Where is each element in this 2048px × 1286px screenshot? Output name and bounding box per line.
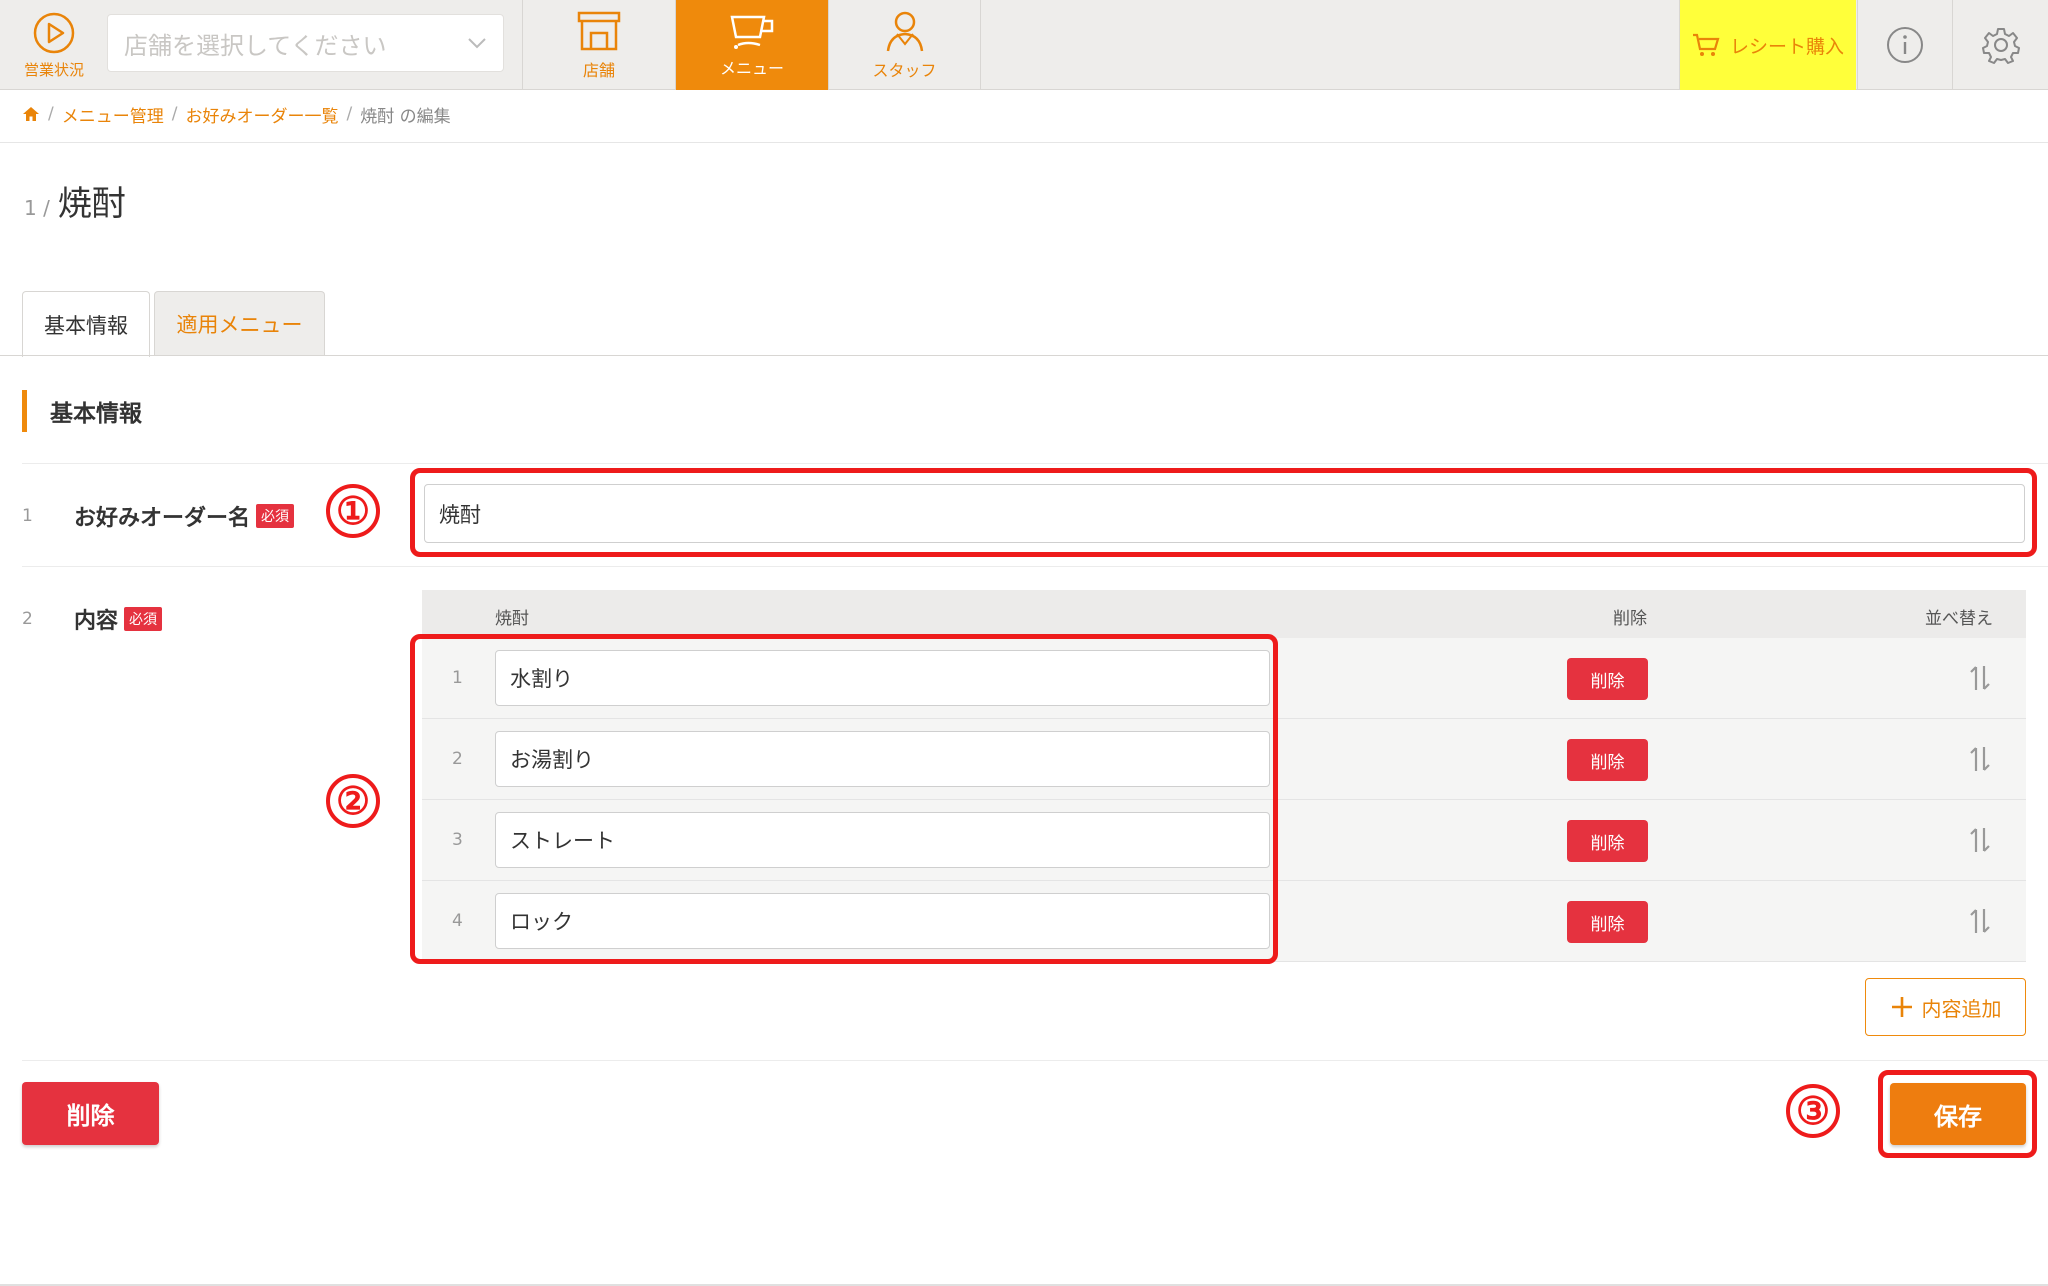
- field-label-text: 内容: [74, 609, 119, 634]
- header-name: 焼酎: [495, 609, 529, 629]
- sort-handle-icon[interactable]: [1969, 826, 1991, 854]
- nav-tab-menu[interactable]: メニュー: [675, 0, 828, 90]
- annotation-highlight-name: [410, 468, 2037, 557]
- store-select-placeholder: 店舗を選択してください: [124, 31, 387, 60]
- page-title-text: 焼酎: [57, 184, 126, 224]
- content-table-header: 焼酎 削除 並べ替え: [422, 590, 2026, 638]
- breadcrumb-separator: /: [171, 104, 178, 124]
- section-heading: 基本情報: [22, 390, 142, 432]
- receipt-label: レシート購入: [1729, 35, 1844, 58]
- gear-icon: [1981, 28, 2020, 64]
- play-circle-icon: [33, 12, 75, 53]
- nav-tab-label: スタッフ: [872, 61, 937, 80]
- nav-tab-label: 店舗: [582, 61, 615, 80]
- nav-tab-store[interactable]: 店舗: [522, 0, 675, 90]
- divider: [22, 463, 2048, 464]
- page-number: 1 /: [24, 196, 50, 220]
- sort-handle-icon[interactable]: [1969, 907, 1991, 935]
- nav-tab-staff[interactable]: スタッフ: [828, 0, 981, 90]
- breadcrumb-order-list[interactable]: お好みオーダー一覧: [185, 102, 338, 127]
- top-bar: 営業状況 店舗を選択してください 店舗 メニュー スタッフ レシート購入: [0, 0, 2048, 90]
- annotation-highlight-contents: [410, 634, 1278, 964]
- breadcrumb-separator: /: [346, 104, 353, 124]
- coffee-cup-icon: [730, 15, 774, 49]
- field-label-text: お好みオーダー名: [74, 506, 251, 531]
- field-index: 2: [22, 609, 33, 629]
- add-content-label: 内容追加: [1921, 996, 2002, 1021]
- field-index: 1: [22, 506, 33, 526]
- annotation-marker-2: ②: [326, 774, 380, 828]
- content-field-label: 2 内容 必須: [22, 603, 163, 635]
- row-delete-button[interactable]: 削除: [1567, 658, 1648, 700]
- cart-icon: [1692, 33, 1720, 56]
- settings-button[interactable]: [1952, 0, 2048, 90]
- header-sort: 並べ替え: [1925, 609, 1993, 629]
- breadcrumb-menu-management[interactable]: メニュー管理: [62, 102, 164, 127]
- business-status-button[interactable]: 営業状況: [0, 0, 108, 90]
- add-content-button[interactable]: 内容追加: [1865, 978, 2026, 1036]
- annotation-marker-3: ③: [1786, 1084, 1840, 1138]
- sort-handle-icon[interactable]: [1969, 745, 1991, 773]
- annotation-highlight-save: [1878, 1070, 2037, 1158]
- name-field-label: 1 お好みオーダー名 必須: [22, 500, 295, 532]
- store-icon: [577, 11, 621, 51]
- row-delete-button[interactable]: 削除: [1567, 739, 1648, 781]
- business-status-label: 営業状況: [23, 60, 84, 79]
- row-delete-button[interactable]: 削除: [1567, 820, 1648, 862]
- sort-handle-icon[interactable]: [1969, 664, 1991, 692]
- breadcrumb-separator: /: [48, 104, 54, 124]
- row-delete-button[interactable]: 削除: [1567, 901, 1648, 943]
- header-delete: 削除: [1613, 609, 1647, 629]
- person-icon: [886, 11, 923, 52]
- nav-tab-label: メニュー: [719, 59, 784, 78]
- tab-basic-info[interactable]: 基本情報: [22, 291, 150, 357]
- home-icon[interactable]: [22, 106, 40, 122]
- divider: [22, 1060, 2048, 1061]
- store-select[interactable]: 店舗を選択してください: [107, 14, 504, 72]
- tab-bar: 基本情報 適用メニュー: [22, 291, 325, 357]
- annotation-marker-1: ①: [326, 484, 380, 538]
- divider: [0, 355, 2048, 356]
- breadcrumb-current: 焼酎 の編集: [360, 106, 451, 127]
- tab-applied-menu[interactable]: 適用メニュー: [154, 291, 325, 356]
- receipt-purchase-button[interactable]: レシート購入: [1679, 0, 1856, 90]
- page-title: 1 / 焼酎: [24, 176, 126, 225]
- info-button[interactable]: [1857, 0, 1952, 90]
- info-icon: [1887, 27, 1923, 63]
- required-badge: 必須: [124, 607, 163, 631]
- chevron-down-icon: [468, 38, 486, 49]
- plus-icon: [1891, 997, 1912, 1017]
- breadcrumb: / メニュー管理 / お好みオーダー一覧 / 焼酎 の編集: [22, 101, 451, 127]
- divider: [22, 566, 2048, 567]
- delete-button[interactable]: 削除: [22, 1082, 159, 1145]
- required-badge: 必須: [256, 504, 295, 528]
- divider: [0, 142, 2048, 143]
